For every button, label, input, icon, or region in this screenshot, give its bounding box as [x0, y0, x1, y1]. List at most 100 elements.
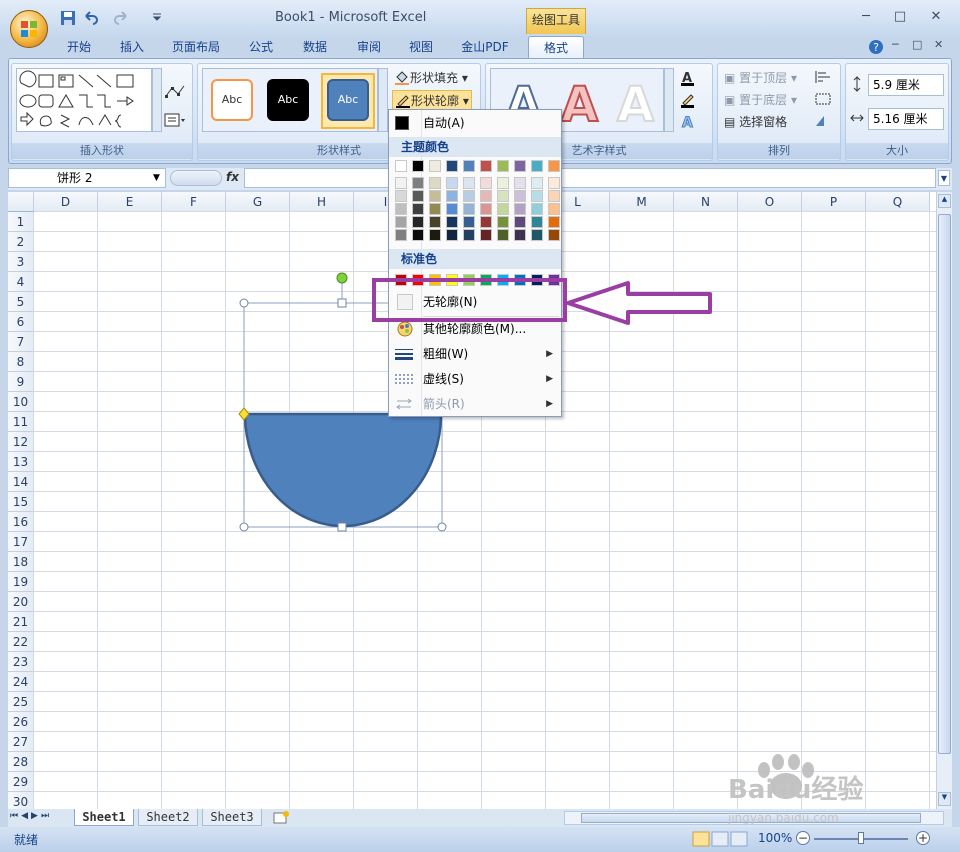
theme-color-swatch[interactable] [548, 203, 560, 215]
send-to-back-button[interactable]: ▣ 置于底层 ▾ [724, 90, 797, 110]
tab-format[interactable]: 格式 [528, 36, 584, 58]
theme-color-swatch[interactable] [446, 216, 458, 228]
theme-color-swatch[interactable] [480, 229, 492, 241]
theme-color-swatch[interactable] [429, 216, 441, 228]
theme-color-swatch[interactable] [531, 216, 543, 228]
menu-item-weight[interactable]: 粗细(W) ▶ [389, 342, 561, 366]
group-icon[interactable] [814, 92, 834, 106]
rotate-icon[interactable] [814, 114, 834, 128]
theme-color-swatch[interactable] [446, 229, 458, 241]
shapes-gallery-scroll[interactable] [152, 68, 162, 132]
theme-color-swatch[interactable] [429, 203, 441, 215]
theme-color-swatch[interactable] [531, 190, 543, 202]
theme-color-swatch[interactable] [531, 229, 543, 241]
theme-color-swatch[interactable] [412, 203, 424, 215]
theme-color-swatch[interactable] [514, 160, 526, 172]
shape-height-input[interactable]: 5.9 厘米 [868, 74, 944, 96]
theme-color-swatch[interactable] [429, 190, 441, 202]
shape-styles-gallery[interactable]: Abc Abc Abc [202, 68, 378, 132]
sheet-tab-3[interactable]: Sheet3 [202, 809, 262, 826]
theme-color-swatch[interactable] [480, 177, 492, 189]
insert-sheet-icon[interactable] [272, 810, 290, 825]
theme-color-swatch[interactable] [463, 203, 475, 215]
shape-width-input[interactable]: 5.16 厘米 [868, 108, 944, 130]
theme-color-swatch[interactable] [531, 203, 543, 215]
tab-review[interactable]: 审阅 [348, 36, 390, 58]
shape-fill-button[interactable]: 形状填充 ▾ [394, 68, 468, 88]
theme-color-swatch[interactable] [446, 190, 458, 202]
theme-color-swatch[interactable] [497, 177, 509, 189]
expand-formula-bar-icon[interactable]: ▼ [938, 170, 950, 186]
wordart-gallery-scroll[interactable] [664, 68, 674, 132]
help-icon[interactable]: ? [868, 39, 884, 55]
theme-color-swatch[interactable] [412, 216, 424, 228]
text-outline-icon[interactable] [680, 92, 702, 108]
theme-color-swatch[interactable] [548, 177, 560, 189]
theme-color-swatch[interactable] [446, 177, 458, 189]
theme-color-swatch[interactable] [531, 160, 543, 172]
zoom-thumb[interactable] [858, 832, 864, 844]
theme-color-swatch[interactable] [463, 160, 475, 172]
theme-color-swatch[interactable] [429, 160, 441, 172]
zoom-out-icon[interactable]: − [796, 831, 810, 845]
sheet-tab-2[interactable]: Sheet2 [138, 809, 198, 826]
resize-handle-se[interactable] [437, 522, 447, 532]
resize-handle-nw[interactable] [239, 298, 249, 308]
shapes-gallery[interactable] [16, 68, 152, 132]
name-box[interactable]: 饼形 2 ▼ [8, 168, 166, 188]
style-orange-outline[interactable]: Abc [211, 79, 253, 121]
theme-color-swatch[interactable] [497, 190, 509, 202]
theme-color-swatch[interactable] [548, 160, 560, 172]
bring-to-front-button[interactable]: ▣ 置于顶层 ▾ [724, 68, 797, 88]
style-blue-fill[interactable]: Abc [327, 79, 369, 121]
workbook-close-button[interactable]: ✕ [934, 38, 943, 51]
scroll-up-button[interactable]: ▲ [938, 194, 951, 208]
theme-color-swatch[interactable] [412, 190, 424, 202]
theme-color-swatch[interactable] [531, 177, 543, 189]
theme-color-swatch[interactable] [514, 177, 526, 189]
tab-data[interactable]: 数据 [294, 36, 336, 58]
tab-insert[interactable]: 插入 [112, 36, 152, 58]
formula-cancel-button[interactable] [170, 170, 222, 186]
rotation-handle[interactable] [336, 272, 348, 284]
theme-color-swatch[interactable] [412, 160, 424, 172]
resize-handle-n[interactable] [337, 298, 347, 308]
text-effects-icon[interactable]: A [680, 114, 702, 131]
theme-color-swatch[interactable] [548, 216, 560, 228]
theme-color-swatch[interactable] [395, 229, 407, 241]
theme-color-swatch[interactable] [463, 216, 475, 228]
theme-color-swatch[interactable] [497, 160, 509, 172]
theme-color-swatch[interactable] [463, 190, 475, 202]
theme-color-swatch[interactable] [446, 203, 458, 215]
vertical-scrollbar[interactable]: ▲ ▼ [936, 192, 952, 809]
customize-qat-icon[interactable] [152, 12, 162, 22]
workbook-minimize-button[interactable]: ─ [892, 38, 899, 51]
menu-item-dashes[interactable]: 虚线(S) ▶ [389, 367, 561, 391]
menu-item-arrows[interactable]: 箭头(R) ▶ [389, 392, 561, 416]
zoom-slider[interactable]: − + [796, 830, 930, 848]
shape-styles-scroll[interactable] [378, 68, 388, 132]
text-box-icon[interactable] [164, 112, 186, 128]
theme-color-swatch[interactable] [480, 160, 492, 172]
theme-color-swatch[interactable] [480, 216, 492, 228]
theme-color-swatch[interactable] [395, 160, 407, 172]
resize-handle-sw[interactable] [239, 522, 249, 532]
redo-icon[interactable] [114, 10, 130, 26]
resize-handle-s[interactable] [337, 522, 347, 532]
text-fill-icon[interactable]: A [680, 70, 702, 86]
theme-color-swatch[interactable] [514, 216, 526, 228]
pie-shape[interactable] [243, 412, 443, 528]
theme-color-swatch[interactable] [395, 177, 407, 189]
theme-color-swatch[interactable] [429, 177, 441, 189]
name-box-dropdown-icon[interactable]: ▼ [153, 169, 160, 187]
theme-color-swatch[interactable] [497, 216, 509, 228]
theme-color-swatch[interactable] [395, 203, 407, 215]
zoom-in-icon[interactable]: + [916, 831, 930, 845]
style-black-fill[interactable]: Abc [267, 79, 309, 121]
office-button[interactable] [10, 10, 48, 48]
theme-color-swatch[interactable] [412, 177, 424, 189]
theme-color-swatch[interactable] [463, 229, 475, 241]
scroll-thumb[interactable] [938, 214, 951, 754]
theme-color-swatch[interactable] [497, 229, 509, 241]
tab-view[interactable]: 视图 [400, 36, 442, 58]
